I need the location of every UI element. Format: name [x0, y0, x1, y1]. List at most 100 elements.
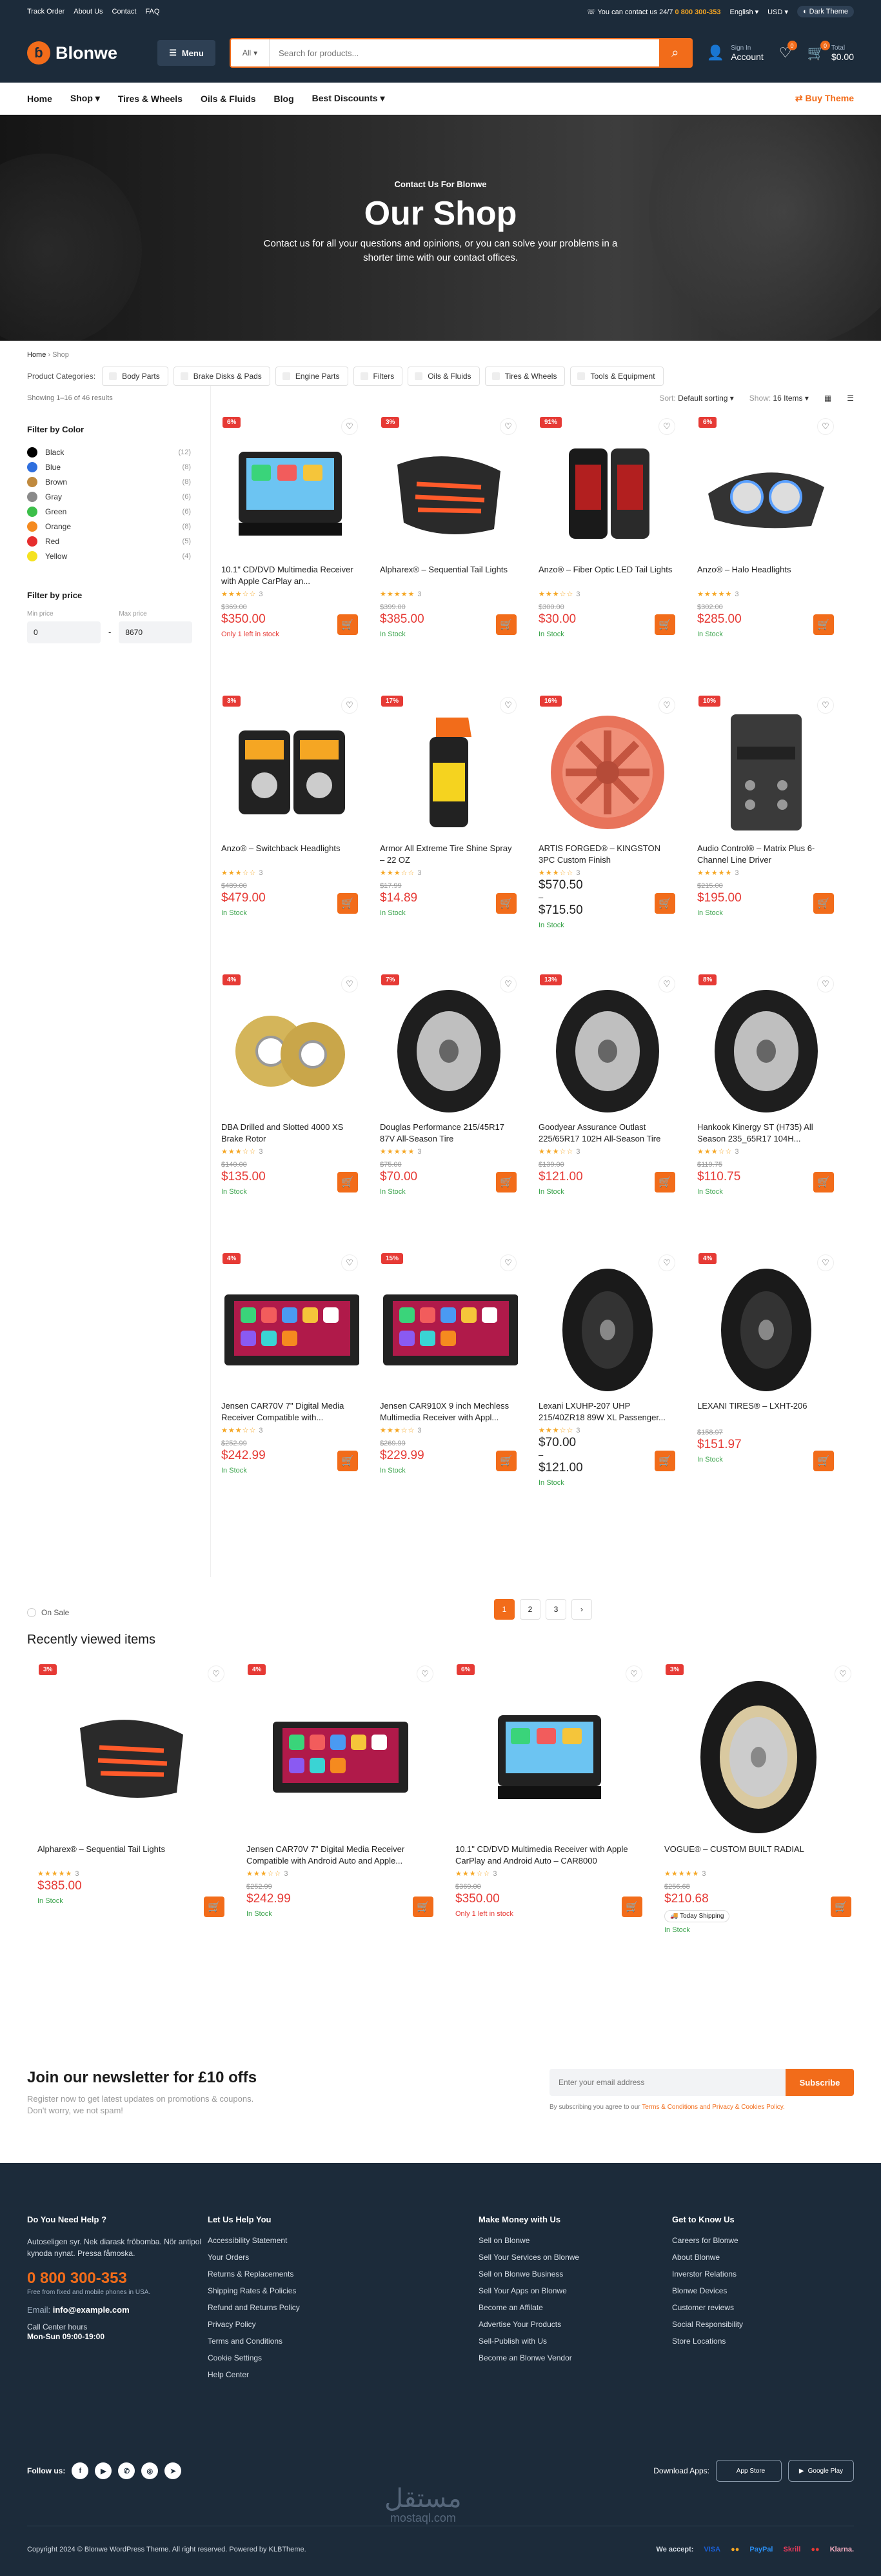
- page-2[interactable]: 2: [520, 1599, 540, 1620]
- add-to-cart-button[interactable]: 🛒: [337, 893, 358, 914]
- product-image-tire2[interactable]: [539, 1262, 677, 1398]
- category-engine-parts[interactable]: Engine Parts: [275, 367, 348, 386]
- youtube-icon[interactable]: ▶: [95, 2462, 112, 2479]
- product-card[interactable]: 3% ♡ Anzo® – Switchback Headlights ★★★☆☆ 3 $4…: [211, 689, 370, 968]
- add-to-cart-button[interactable]: 🛒: [655, 1172, 675, 1192]
- terms-link[interactable]: Terms & Conditions and Privacy & Cookies…: [642, 2104, 785, 2111]
- product-image-head2[interactable]: [221, 705, 359, 840]
- add-to-cart-button[interactable]: 🛒: [655, 1451, 675, 1471]
- product-title[interactable]: Alpharex® – Sequential Tail Lights: [380, 564, 518, 587]
- add-to-cart-button[interactable]: 🛒: [813, 1451, 834, 1471]
- color-filter-brown[interactable]: Brown (8): [27, 474, 210, 489]
- page-next[interactable]: ›: [571, 1599, 592, 1620]
- add-to-cart-button[interactable]: 🛒: [337, 1451, 358, 1471]
- min-price-input[interactable]: 0: [27, 621, 101, 643]
- wishlist-heart-icon[interactable]: ♡: [658, 418, 675, 435]
- add-to-cart-button[interactable]: 🛒: [813, 614, 834, 635]
- product-title[interactable]: Anzo® – Switchback Headlights: [221, 843, 359, 866]
- footer-link[interactable]: Help Center: [208, 2370, 479, 2379]
- wishlist-heart-icon[interactable]: ♡: [658, 976, 675, 992]
- top-link-about-us[interactable]: About Us: [74, 8, 103, 15]
- wishlist-heart-icon[interactable]: ♡: [417, 1665, 433, 1682]
- wishlist-heart-icon[interactable]: ♡: [817, 697, 834, 714]
- product-title[interactable]: Alpharex® – Sequential Tail Lights: [37, 1844, 226, 1867]
- category-brake-disks-pads[interactable]: Brake Disks & Pads: [173, 367, 270, 386]
- nav-item-best-discounts[interactable]: Best Discounts ▾: [312, 93, 385, 104]
- product-card[interactable]: 3% ♡ Alpharex® – Sequential Tail Lights ★★★…: [27, 1658, 236, 1955]
- product-image-rotor[interactable]: [221, 983, 359, 1119]
- add-to-cart-button[interactable]: 🛒: [337, 1172, 358, 1192]
- add-to-cart-button[interactable]: 🛒: [622, 1897, 642, 1917]
- product-image-head[interactable]: [697, 426, 835, 561]
- footer-link[interactable]: Advertise Your Products: [479, 2320, 672, 2329]
- product-image-rim[interactable]: [539, 705, 677, 840]
- whatsapp-icon[interactable]: ✆: [118, 2462, 135, 2479]
- product-title[interactable]: Armor All Extreme Tire Shine Spray – 22 …: [380, 843, 518, 866]
- footer-link[interactable]: Sell Your Apps on Blonwe: [479, 2286, 672, 2295]
- top-link-faq[interactable]: FAQ: [145, 8, 159, 15]
- footer-link[interactable]: Terms and Conditions: [208, 2337, 479, 2346]
- wishlist-heart-icon[interactable]: ♡: [817, 418, 834, 435]
- footer-link[interactable]: Sell Your Services on Blonwe: [479, 2253, 672, 2262]
- currency-select[interactable]: USD ▾: [767, 8, 788, 16]
- cart-button[interactable]: 🛒 0 Total $0.00: [807, 41, 854, 62]
- sort-select[interactable]: Sort: Default sorting ▾: [659, 394, 733, 403]
- nav-item-shop[interactable]: Shop ▾: [70, 93, 100, 104]
- account-link[interactable]: 👤 Sign In Account: [707, 45, 764, 62]
- product-image-tire3[interactable]: [664, 1673, 853, 1841]
- product-card[interactable]: 6% ♡ 10.1" CD/DVD Multimedia Receiver with…: [445, 1658, 654, 1955]
- product-image-stereo[interactable]: [221, 426, 359, 561]
- wishlist-heart-icon[interactable]: ♡: [341, 1254, 358, 1271]
- search-button[interactable]: ⌕: [658, 39, 691, 66]
- footer-link[interactable]: Accessibility Statement: [208, 2236, 479, 2245]
- add-to-cart-button[interactable]: 🛒: [496, 1451, 517, 1471]
- product-image-tire[interactable]: [539, 983, 677, 1119]
- product-card[interactable]: 8% ♡ Hankook Kinergy ST (H735) All Season …: [687, 968, 846, 1247]
- add-to-cart-button[interactable]: 🛒: [831, 1897, 851, 1917]
- product-image-carplay[interactable]: [221, 1262, 359, 1398]
- nav-item-home[interactable]: Home: [27, 94, 52, 104]
- wishlist-heart-icon[interactable]: ♡: [835, 1665, 851, 1682]
- footer-link[interactable]: Social Responsibility: [672, 2320, 866, 2329]
- category-tools-equipment[interactable]: Tools & Equipment: [570, 367, 664, 386]
- product-card[interactable]: 16% ♡ ARTIS FORGED® – KINGSTON 3PC Custom …: [528, 689, 687, 968]
- product-card[interactable]: 15% ♡ Jensen CAR910X 9 inch Mechless Multi…: [370, 1247, 528, 1525]
- product-card[interactable]: 7% ♡ Douglas Performance 215/45R17 87V All…: [370, 968, 528, 1247]
- page-1[interactable]: 1: [494, 1599, 515, 1620]
- footer-link[interactable]: Become an Blonwe Vendor: [479, 2353, 672, 2362]
- instagram-icon[interactable]: ◎: [141, 2462, 159, 2479]
- color-filter-blue[interactable]: Blue (8): [27, 459, 210, 474]
- product-image-tail[interactable]: [380, 426, 518, 561]
- category-tires-wheels[interactable]: Tires & Wheels: [484, 367, 566, 386]
- footer-link[interactable]: Refund and Returns Policy: [208, 2303, 479, 2312]
- add-to-cart-button[interactable]: 🛒: [496, 1172, 517, 1192]
- buy-theme-link[interactable]: ⇄ Buy Theme: [795, 93, 854, 104]
- color-filter-yellow[interactable]: Yellow (4): [27, 548, 210, 563]
- add-to-cart-button[interactable]: 🛒: [496, 893, 517, 914]
- search-input[interactable]: [270, 39, 659, 66]
- footer-link[interactable]: Returns & Replacements: [208, 2269, 479, 2279]
- footer-link[interactable]: Store Locations: [672, 2337, 866, 2346]
- product-title[interactable]: LEXANI TIRES® – LXHT-206: [697, 1400, 835, 1424]
- theme-toggle[interactable]: ◐ Dark Theme: [797, 6, 854, 17]
- product-card[interactable]: 6% ♡ Anzo® – Halo Headlights ★★★★★ 3 $302.00 $…: [687, 410, 846, 689]
- subscribe-button[interactable]: Subscribe: [786, 2069, 854, 2096]
- footer-link[interactable]: Privacy Policy: [208, 2320, 479, 2329]
- color-filter-gray[interactable]: Gray (6): [27, 489, 210, 504]
- nav-item-blog[interactable]: Blog: [274, 94, 294, 104]
- wishlist-heart-icon[interactable]: ♡: [500, 976, 517, 992]
- wishlist-heart-icon[interactable]: ♡: [817, 1254, 834, 1271]
- wishlist-heart-icon[interactable]: ♡: [500, 1254, 517, 1271]
- add-to-cart-button[interactable]: 🛒: [813, 1172, 834, 1192]
- wishlist-heart-icon[interactable]: ♡: [658, 697, 675, 714]
- product-card[interactable]: 4% ♡ Jensen CAR70V 7" Digital Media Receiv…: [236, 1658, 445, 1955]
- footer-link[interactable]: Cookie Settings: [208, 2353, 479, 2362]
- product-title[interactable]: Anzo® – Halo Headlights: [697, 564, 835, 587]
- top-link-contact[interactable]: Contact: [112, 8, 137, 15]
- product-card[interactable]: 4% ♡ DBA Drilled and Slotted 4000 XS Brake…: [211, 968, 370, 1247]
- product-title[interactable]: Jensen CAR910X 9 inch Mechless Multimedi…: [380, 1400, 518, 1424]
- product-card[interactable]: 17% ♡ Armor All Extreme Tire Shine Spray –…: [370, 689, 528, 968]
- color-filter-orange[interactable]: Orange (8): [27, 519, 210, 534]
- support-phone[interactable]: 0 800 300-353: [675, 8, 721, 16]
- footer-email[interactable]: info@example.com: [53, 2305, 130, 2315]
